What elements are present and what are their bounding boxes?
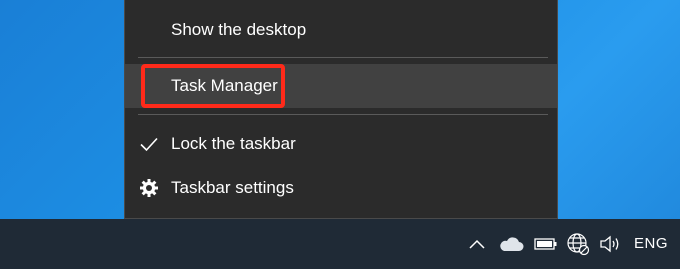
- chevron-up-icon: [469, 239, 485, 249]
- menu-item-label: Show the desktop: [171, 20, 307, 39]
- menu-item-label: Task Manager: [171, 76, 278, 95]
- gear-icon: [140, 179, 158, 197]
- onedrive-button[interactable]: [496, 219, 526, 269]
- menu-item-task-manager[interactable]: Task Manager: [125, 64, 557, 108]
- show-hidden-icons-button[interactable]: [466, 219, 488, 269]
- input-language-indicator[interactable]: ENG: [634, 219, 668, 269]
- menu-item-show-desktop[interactable]: Show the desktop: [125, 8, 557, 52]
- volume-icon: [600, 235, 619, 253]
- check-icon: [140, 137, 158, 152]
- onedrive-cloud-icon: [500, 237, 524, 251]
- network-globe-icon: [567, 233, 590, 256]
- taskbar[interactable]: ENG: [0, 219, 680, 269]
- menu-separator: [138, 114, 548, 115]
- menu-item-label: Taskbar settings: [171, 178, 294, 197]
- menu-item-lock-taskbar[interactable]: Lock the taskbar: [125, 122, 557, 166]
- menu-item-label: Lock the taskbar: [171, 134, 296, 153]
- menu-item-taskbar-settings[interactable]: Taskbar settings: [125, 166, 557, 210]
- network-button[interactable]: [565, 219, 591, 269]
- battery-button[interactable]: [533, 219, 559, 269]
- volume-button[interactable]: [598, 219, 624, 269]
- taskbar-context-menu: Show the desktop Task Manager Lock the t…: [124, 0, 558, 219]
- battery-icon: [534, 238, 557, 250]
- menu-separator: [138, 57, 548, 58]
